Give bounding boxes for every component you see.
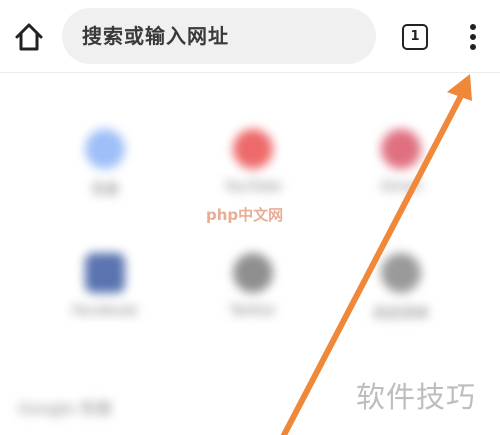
shortcut-icon xyxy=(85,253,125,293)
address-bar-placeholder: 搜索或输入网址 xyxy=(82,24,229,48)
shortcut-icon xyxy=(233,129,273,169)
home-icon[interactable] xyxy=(12,20,46,54)
shortcut-tile[interactable]: 阅读清单 xyxy=(346,253,456,363)
tab-switcher-button[interactable]: 1 xyxy=(402,24,428,50)
shortcut-icon xyxy=(381,253,421,293)
shortcut-label: Gmail xyxy=(380,179,422,195)
shortcut-label: Twitter xyxy=(229,303,277,319)
shortcut-label: YouTube xyxy=(224,179,282,195)
three-dot-menu-icon[interactable] xyxy=(462,20,484,54)
address-bar[interactable]: 搜索或输入网址 xyxy=(62,8,376,64)
shortcut-tile[interactable]: 百度 xyxy=(50,129,160,239)
shortcut-tile[interactable]: Twitter xyxy=(198,253,308,363)
section-title: Google 热搜 xyxy=(18,399,112,418)
shortcut-label: Facebook xyxy=(72,303,138,319)
shortcut-tile[interactable]: Gmail xyxy=(346,129,456,239)
browser-toolbar: 搜索或输入网址 1 xyxy=(0,0,500,73)
shortcut-tile[interactable]: Facebook xyxy=(50,253,160,363)
shortcut-icon xyxy=(381,129,421,169)
shortcut-icon xyxy=(233,253,273,293)
watermark-text: 软件技巧 xyxy=(356,380,477,414)
shortcut-icon xyxy=(85,129,125,169)
shortcut-label: 百度 xyxy=(91,182,119,198)
shortcut-label: 阅读清单 xyxy=(373,306,429,322)
watermark-text: php中文网 xyxy=(206,206,284,224)
